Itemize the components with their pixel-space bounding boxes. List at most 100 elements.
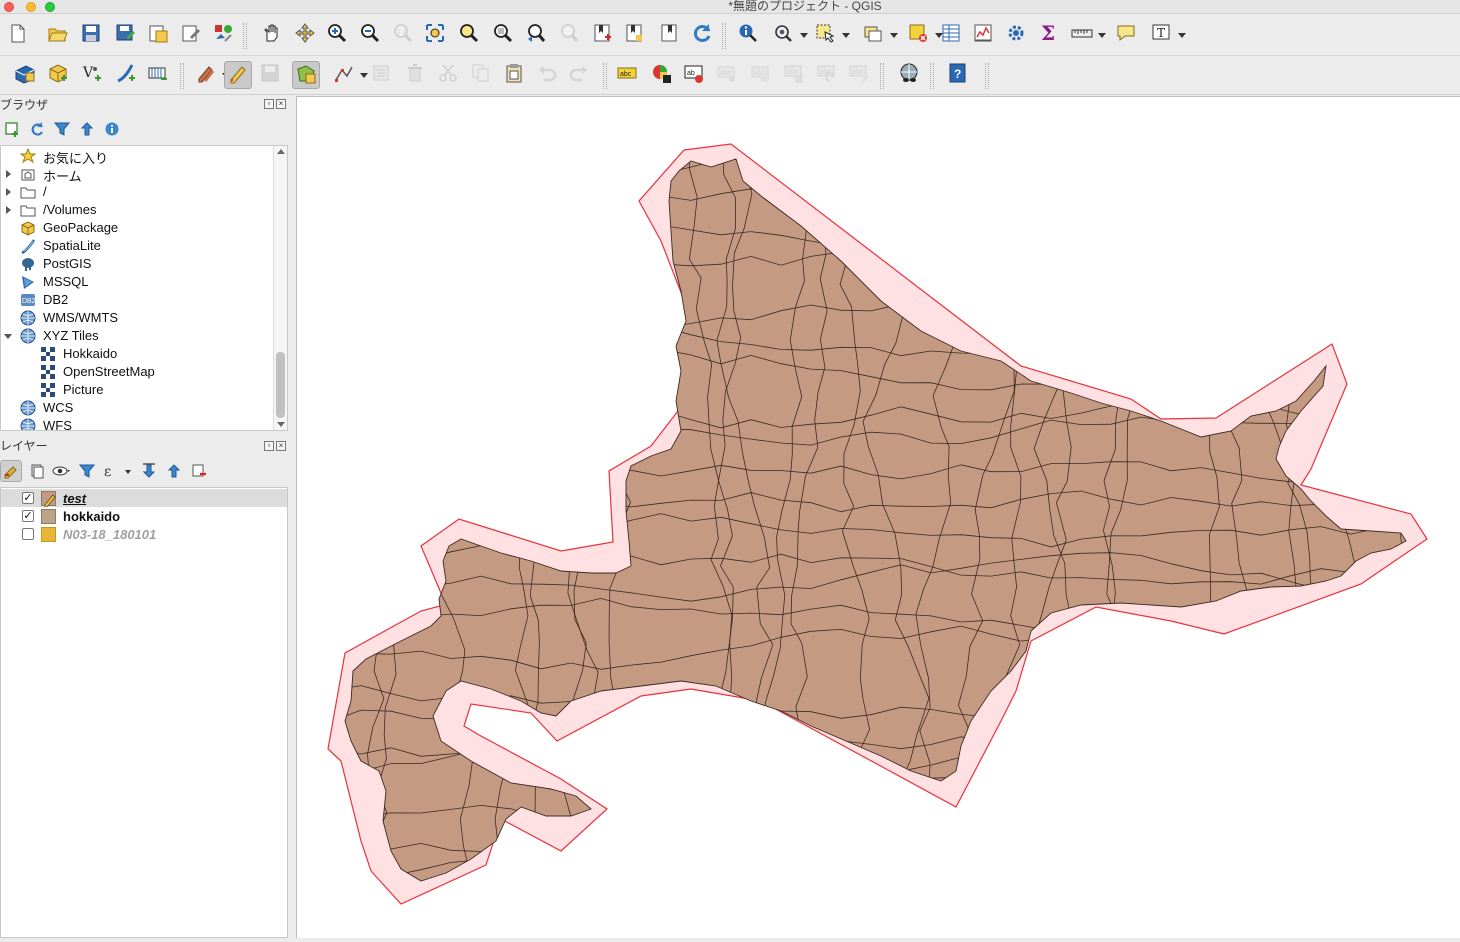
filter-icon[interactable]: [51, 118, 73, 140]
new-print-layout-button[interactable]: [145, 21, 173, 49]
new-virtual-layer-button[interactable]: [144, 61, 172, 89]
browser-scrollbar[interactable]: [273, 146, 287, 430]
toolbar-grip[interactable]: [603, 63, 607, 89]
chevron-down-icon[interactable]: [1178, 33, 1186, 38]
deselect-button[interactable]: [905, 21, 933, 49]
pan-button[interactable]: [258, 21, 286, 49]
help-button[interactable]: ?: [945, 61, 973, 89]
browser-item[interactable]: GeoPackage: [1, 219, 273, 237]
browser-item[interactable]: WFS: [1, 417, 273, 430]
save-as-button[interactable]: [112, 21, 140, 49]
add-selected-layers-icon[interactable]: [1, 118, 23, 140]
map-tips-button[interactable]: [1113, 21, 1141, 49]
browser-item[interactable]: /Volumes: [1, 201, 273, 219]
zoom-next-button[interactable]: [556, 21, 584, 49]
expand-arrow-icon[interactable]: [6, 206, 11, 214]
browser-item[interactable]: OpenStreetMap: [1, 363, 273, 381]
add-polygon-button[interactable]: [292, 61, 320, 89]
remove-layer-icon[interactable]: [188, 460, 210, 482]
info-icon[interactable]: [101, 118, 123, 140]
browser-item[interactable]: お気に入り: [1, 147, 273, 166]
refresh-button[interactable]: [689, 21, 717, 49]
expand-arrow-icon[interactable]: [6, 170, 11, 178]
toolbar-grip[interactable]: [880, 63, 884, 89]
zoom-out-button[interactable]: [357, 21, 385, 49]
browser-item[interactable]: Hokkaido: [1, 345, 273, 363]
text-annotation-button[interactable]: T: [1148, 21, 1176, 49]
layer-row[interactable]: hokkaido: [1, 507, 287, 525]
save-edits-button[interactable]: [257, 61, 285, 89]
expand-arrow-icon[interactable]: [6, 188, 11, 196]
toggle-editing-button[interactable]: [224, 61, 252, 89]
expand-all-icon[interactable]: [138, 460, 160, 482]
modify-attributes-button[interactable]: [369, 61, 397, 89]
paste-features-button[interactable]: [501, 61, 529, 89]
new-shapefile-layer-button[interactable]: V: [78, 61, 106, 89]
label-tool-button[interactable]: abc: [614, 61, 642, 89]
attribute-table-button[interactable]: [938, 21, 966, 49]
new-spatialite-layer-button[interactable]: [112, 61, 140, 89]
show-hide-labels-button[interactable]: abc: [748, 61, 776, 89]
data-source-manager-button[interactable]: [11, 61, 39, 89]
float-panel-button[interactable]: ▫: [264, 99, 274, 109]
browser-item[interactable]: PostGIS: [1, 255, 273, 273]
move-label-button[interactable]: abc: [781, 61, 809, 89]
rotate-label-button[interactable]: abc: [814, 61, 842, 89]
browser-tree[interactable]: お気に入り ホーム / /Volumes GeoPackage SpatiaLite Pos…: [0, 145, 288, 431]
browser-item[interactable]: Picture: [1, 381, 273, 399]
field-calculator-button[interactable]: [970, 21, 998, 49]
layout-manager-button[interactable]: [178, 21, 206, 49]
open-project-button[interactable]: [44, 21, 72, 49]
pin-labels-button[interactable]: ab: [681, 61, 709, 89]
add-group-icon[interactable]: [26, 460, 48, 482]
diagram-tool-button[interactable]: [648, 61, 676, 89]
measure-button[interactable]: [1068, 21, 1096, 49]
zoom-full-button[interactable]: [422, 21, 450, 49]
manage-map-themes-icon[interactable]: [51, 460, 73, 482]
float-panel-button[interactable]: ▫: [264, 441, 274, 451]
vertex-tool-button[interactable]: [330, 61, 358, 89]
select-by-value-button[interactable]: [860, 21, 888, 49]
chevron-down-icon[interactable]: [890, 33, 898, 38]
zoom-to-layer-button[interactable]: [490, 21, 518, 49]
filter-by-expression-icon[interactable]: ε: [101, 460, 135, 482]
save-project-button[interactable]: [78, 21, 106, 49]
chevron-down-icon[interactable]: [360, 73, 368, 78]
zoom-in-button[interactable]: [324, 21, 352, 49]
collapse-all-icon[interactable]: [163, 460, 185, 482]
browser-item[interactable]: WMS/WMTS: [1, 309, 273, 327]
undo-button[interactable]: [534, 61, 562, 89]
temporal-controller-button[interactable]: [656, 21, 684, 49]
close-panel-button[interactable]: ×: [276, 99, 286, 109]
new-project-button[interactable]: [5, 21, 33, 49]
highlight-pinned-button[interactable]: abc: [714, 61, 742, 89]
pan-to-selection-button[interactable]: [292, 21, 320, 49]
toolbar-grip[interactable]: [722, 23, 726, 49]
layer-symbol-swatch[interactable]: [41, 526, 56, 542]
statistical-summary-button[interactable]: Σ: [1036, 21, 1064, 49]
chevron-down-icon[interactable]: [800, 33, 808, 38]
delete-selected-button[interactable]: [402, 61, 430, 89]
layer-row[interactable]: N03-18_180101: [1, 525, 287, 543]
filter-legend-icon[interactable]: [76, 460, 98, 482]
processing-toolbox-button[interactable]: [1003, 21, 1031, 49]
browser-item[interactable]: /: [1, 183, 273, 201]
identify-button[interactable]: [735, 21, 763, 49]
select-features-button[interactable]: [812, 21, 840, 49]
zoom-native-button[interactable]: 1:1: [390, 21, 418, 49]
browser-item[interactable]: XYZ Tiles: [1, 327, 273, 345]
browser-item[interactable]: DB2 DB2: [1, 291, 273, 309]
layer-visibility-checkbox[interactable]: [22, 492, 34, 504]
redo-button[interactable]: [566, 61, 594, 89]
collapse-all-icon[interactable]: [76, 118, 98, 140]
browser-item[interactable]: ホーム: [1, 165, 273, 184]
chevron-down-icon[interactable]: [842, 33, 850, 38]
zoom-last-button[interactable]: [523, 21, 551, 49]
browser-scroll-thumb[interactable]: [276, 352, 285, 418]
layer-symbol-swatch[interactable]: [41, 508, 56, 524]
toolbar-grip[interactable]: [930, 63, 934, 89]
layer-visibility-checkbox[interactable]: [22, 510, 34, 522]
cut-features-button[interactable]: [435, 61, 463, 89]
current-edits-button[interactable]: [192, 61, 220, 89]
run-action-button[interactable]: [770, 21, 798, 49]
